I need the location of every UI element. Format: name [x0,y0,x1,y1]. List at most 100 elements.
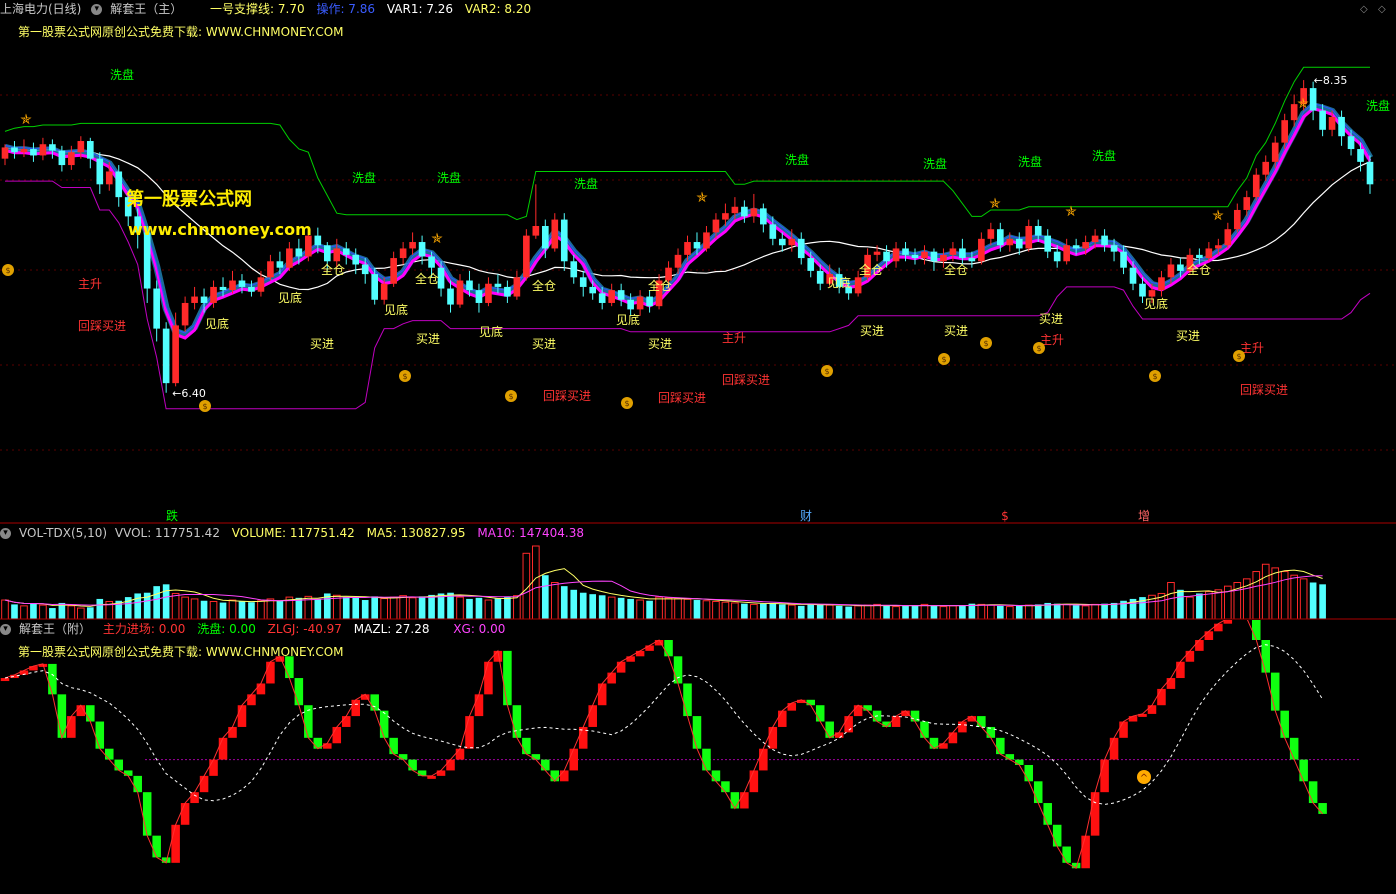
sub-bar [806,699,815,706]
sub-bar [29,666,38,671]
volume-bar [987,604,995,620]
candle-body [267,261,274,278]
volume-bar [807,603,815,619]
volume-bar [693,600,701,619]
volume-bar [399,595,407,620]
volume-bar [1167,582,1175,620]
candle-body [1120,251,1127,268]
sub-bar [825,721,834,738]
volume-bar [1024,604,1033,620]
volume-bar [190,598,199,620]
candle-body [741,206,748,217]
sub-bar [948,732,958,744]
volume-bar [266,598,275,620]
signal-label: 回踩买进 [1240,383,1288,397]
volume-bar [579,592,587,619]
bottom-mark: $ [1001,509,1009,523]
sub-bar [1157,688,1166,706]
signal-label: 全仓 [321,262,345,277]
volume-bar [797,605,805,619]
sub-bar [749,770,759,793]
sub-bar [1270,672,1280,711]
candle-body [1252,174,1260,198]
candle-body [1262,161,1270,175]
volume-bar [1196,593,1203,619]
candle-body [1063,245,1070,262]
sub-bar [408,759,417,771]
sub-bar [285,656,294,679]
signal-label: 买进 [1039,312,1063,326]
sub-bar [218,737,228,760]
volume-bar [1101,603,1108,619]
candle-body [352,254,360,265]
signal-label: 洗盘 [110,67,134,82]
candle-body [1319,110,1326,130]
candle-body [371,274,379,300]
sub-bar [815,705,825,722]
sub-bar [247,694,256,706]
candle-body [1309,88,1317,111]
volume-ma5-line [4,568,1323,607]
sub-bar [891,716,901,727]
volume-bar [1110,602,1118,619]
candle-body [1158,277,1165,291]
logo-url: www.chnmoney.com [128,220,312,239]
sub-bar [341,716,351,727]
sub-bar [1289,737,1299,760]
candle-body [1044,235,1052,252]
volume-bar [702,600,711,620]
volume-bar [911,605,919,619]
sub-bar [389,737,398,755]
volume-bar [664,597,673,620]
candle-body [949,248,957,255]
signal-label: 全仓 [415,271,439,286]
signal-label: 洗盘 [923,156,947,171]
volume-bar [750,603,758,620]
volume-bar [96,598,104,619]
candle-body [248,286,255,292]
sub-bar [133,775,142,793]
candle-body [390,258,397,284]
candle-body [608,290,615,303]
candle-body [68,152,75,166]
signal-label: 见底 [479,324,503,339]
sub-bar [266,661,275,684]
candle-body [1281,120,1289,143]
sub-bar [1147,705,1157,714]
candle-body [238,280,246,287]
sub-bar [0,678,10,682]
sub-bar [180,803,190,825]
candle-body [1072,245,1080,249]
candle-body [30,149,37,156]
candle-body [1328,116,1336,130]
candle-body [788,238,796,246]
volume-bar [77,607,85,620]
main-panel: 上海电力(日线) ▾ 解套王（主） 一号支撑线: 7.70 操作: 7.86 VA… [0,0,1396,524]
signal-label: 买进 [860,324,884,338]
candle-body [105,171,113,185]
volume-bar [589,594,597,619]
bottom-mark: 增 [1138,509,1150,523]
sub-bar [939,743,948,749]
signal-label: 洗盘 [352,170,376,185]
candle-body [532,226,540,236]
sub-line [4,620,1323,870]
volume-bar [39,604,47,620]
volume-bar [920,603,929,620]
volume-bar [760,603,767,619]
volume-bar [181,596,189,620]
sub-bar [370,694,379,711]
sub-indicator-chart: ^ [0,620,1360,870]
signal-label: 回踩买进 [658,391,706,405]
candle-body [456,280,464,305]
candle-body [1025,226,1033,249]
sub-bar [977,716,986,727]
candle-body [1205,248,1213,259]
volume-bar [475,597,483,619]
sub-bar [683,683,692,717]
volume-bar [646,600,653,619]
sub-bar [664,640,673,657]
candle-body [143,232,151,289]
sub-bar [730,792,740,809]
sub-bar [190,792,199,804]
